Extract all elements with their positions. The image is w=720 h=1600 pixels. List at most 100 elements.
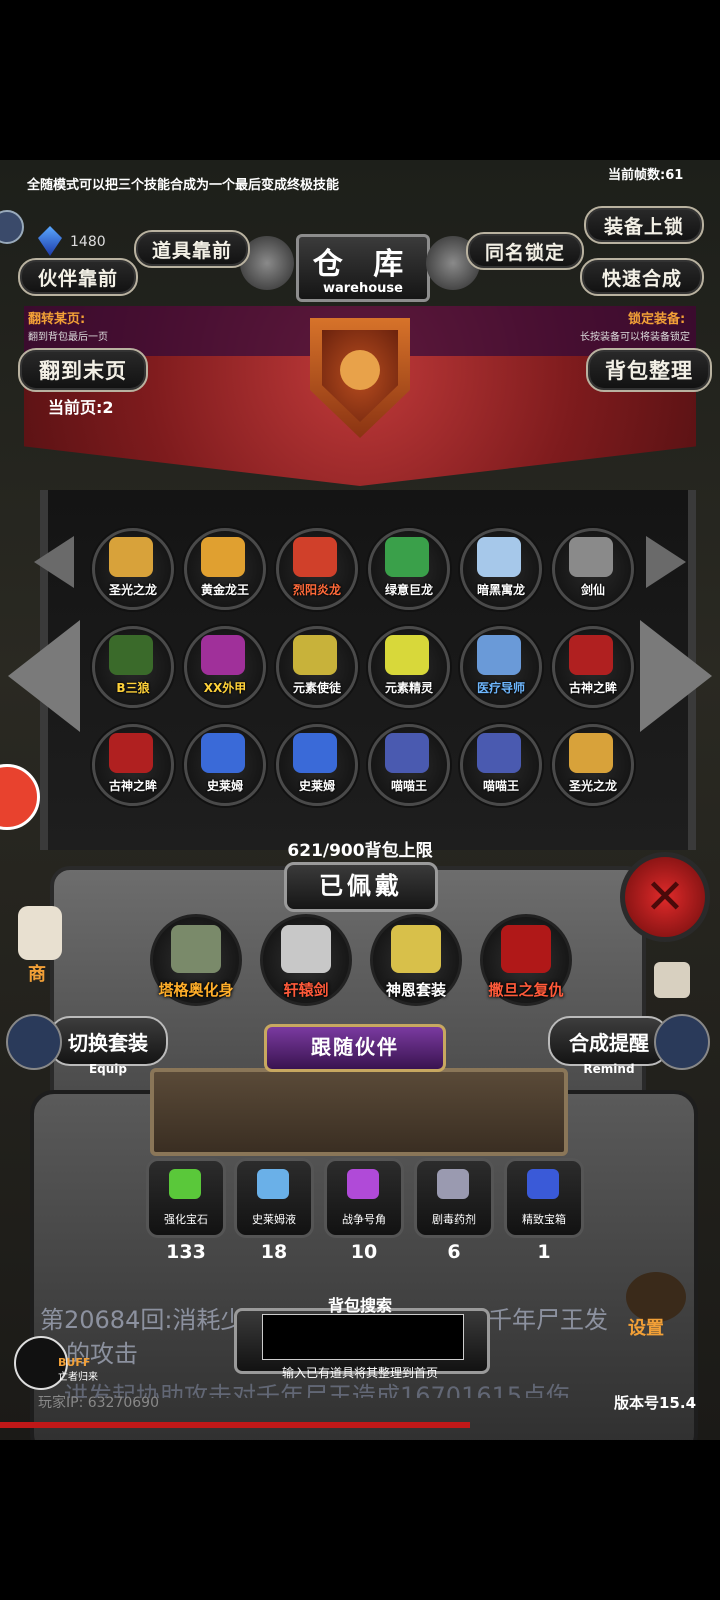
shop-icon[interactable] <box>18 906 62 960</box>
unit-icon <box>293 537 337 577</box>
inventory-item[interactable]: 强化宝石 133 <box>146 1158 226 1263</box>
version: 版本号15.4 <box>614 1394 697 1412</box>
equip-lock-button[interactable]: 装备上锁 <box>584 206 704 244</box>
player-ip: 玩家IP: 63270690 <box>38 1395 159 1411</box>
unit-icon <box>477 635 521 675</box>
flip-page-desc: 翻到背包最后一页 <box>28 332 108 343</box>
bag-slot[interactable]: 绿意巨龙 <box>368 528 450 610</box>
sort-bag-button[interactable]: 背包整理 <box>586 348 712 392</box>
next-page-arrow-icon[interactable] <box>640 620 712 732</box>
inventory-item[interactable]: 史莱姆液 18 <box>234 1158 314 1263</box>
unit-icon <box>109 733 153 773</box>
bag-slot-label: 史莱姆 <box>206 779 243 793</box>
lion-icon <box>340 350 380 390</box>
inventory-item[interactable]: 战争号角 10 <box>324 1158 404 1263</box>
equipment-icon <box>171 925 221 973</box>
bag-slot[interactable]: B三狼 <box>92 626 174 708</box>
close-icon[interactable]: ✕ <box>620 852 710 942</box>
bag-slot[interactable]: 暗黑寓龙 <box>460 528 542 610</box>
bag-slot-label: 医疗导师 <box>476 681 525 695</box>
go-last-page-button[interactable]: 翻到末页 <box>18 348 148 392</box>
inventory-item[interactable]: 精致宝箱 1 <box>504 1158 584 1263</box>
item-front-button[interactable]: 道具靠前 <box>134 230 250 268</box>
bag-slot-label: 圣光之龙 <box>108 583 157 597</box>
helmet-right-icon <box>654 1014 710 1070</box>
bag-slot-label: 绿意巨龙 <box>384 583 433 597</box>
item-count: 6 <box>447 1241 461 1263</box>
equipped-slot-label: 神恩套装 <box>385 981 446 999</box>
settings-label[interactable]: 设置 <box>628 1314 664 1340</box>
unit-icon <box>201 537 245 577</box>
merge-remind-button[interactable]: 合成提醒 Remind <box>548 1016 670 1076</box>
bag-slot[interactable]: 黄金龙王 <box>184 528 266 610</box>
bag-search-input[interactable] <box>262 1314 464 1360</box>
equipped-slot-label: 撒旦之复仇 <box>488 981 564 999</box>
bag-slot[interactable]: 古神之眸 <box>552 626 634 708</box>
quick-merge-button[interactable]: 快速合成 <box>580 258 704 296</box>
equipped-slot[interactable]: 轩辕剑 <box>260 914 352 1006</box>
bag-slot[interactable]: 史莱姆 <box>276 724 358 806</box>
inventory-item[interactable]: 剧毒药剂 6 <box>414 1158 494 1263</box>
unit-icon <box>569 537 613 577</box>
switch-set-button[interactable]: 切换套装 Equip <box>48 1016 168 1076</box>
lock-equip-title: 锁定装备: <box>628 312 686 327</box>
item-count: 10 <box>350 1241 378 1263</box>
bag-slot[interactable]: 史莱姆 <box>184 724 266 806</box>
bag-slot[interactable]: 元素使徒 <box>276 626 358 708</box>
prev-page-arrow-icon[interactable] <box>8 620 80 732</box>
merge-remind-sub: Remind <box>583 1062 635 1076</box>
unit-icon <box>477 537 521 577</box>
unit-icon <box>477 733 521 773</box>
same-name-lock-button[interactable]: 同名锁定 <box>466 232 584 270</box>
bag-slot-label: 剑仙 <box>580 583 605 597</box>
fps-readout: 当前帧数:61 <box>608 168 684 183</box>
bag-slot[interactable]: 圣光之龙 <box>552 724 634 806</box>
bag-slot-label: 古神之眸 <box>108 779 157 793</box>
item-count: 1 <box>537 1241 551 1263</box>
bag-slot[interactable]: 剑仙 <box>552 528 634 610</box>
avatar[interactable] <box>0 210 24 244</box>
partner-front-button[interactable]: 伙伴靠前 <box>18 258 138 296</box>
equipped-slot[interactable]: 塔格奥化身 <box>150 914 242 1006</box>
title-cn: 仓 库 <box>312 247 414 282</box>
bag-search-label: 背包搜索 <box>327 1296 392 1315</box>
merge-remind-label: 合成提醒 <box>569 1030 649 1055</box>
bag-slot[interactable]: 喵喵王 <box>368 724 450 806</box>
dice-icon[interactable] <box>654 962 690 998</box>
item-icon <box>437 1169 469 1199</box>
unit-icon <box>293 733 337 773</box>
bag-slot[interactable]: 圣光之龙 <box>92 528 174 610</box>
equipped-slot-label: 轩辕剑 <box>283 981 329 999</box>
flip-page-title: 翻转某页: <box>28 312 86 327</box>
next-small-arrow-icon[interactable] <box>646 536 686 588</box>
bag-slot[interactable]: 医疗导师 <box>460 626 542 708</box>
item-label: 战争号角 <box>342 1213 386 1226</box>
profile-icon[interactable] <box>0 764 40 830</box>
item-label: 精致宝箱 <box>522 1213 566 1226</box>
item-icon <box>257 1169 289 1199</box>
item-icon <box>169 1169 201 1199</box>
unit-icon <box>385 733 429 773</box>
bag-slot-label: 圣光之龙 <box>568 779 617 793</box>
bag-slot[interactable]: 元素精灵 <box>368 626 450 708</box>
bag-slot[interactable]: 古神之眸 <box>92 724 174 806</box>
bag-slot-label: 元素精灵 <box>384 681 433 695</box>
equipped-slot[interactable]: 撒旦之复仇 <box>480 914 572 1006</box>
item-count: 133 <box>166 1241 206 1263</box>
item-count: 18 <box>260 1241 288 1263</box>
bag-slot-label: 烈阳炎龙 <box>292 583 341 597</box>
unit-icon <box>109 537 153 577</box>
unit-icon <box>293 635 337 675</box>
bag-limit: 621/900背包上限 <box>287 841 433 861</box>
helmet-left-icon <box>6 1014 62 1070</box>
equipped-slot[interactable]: 神恩套装 <box>370 914 462 1006</box>
bag-slot[interactable]: 喵喵王 <box>460 724 542 806</box>
bag-slot[interactable]: XX外甲 <box>184 626 266 708</box>
prev-small-arrow-icon[interactable] <box>34 536 74 588</box>
unit-icon <box>385 635 429 675</box>
bag-slot-label: 喵喵王 <box>482 779 519 793</box>
bag-slot-label: 元素使徒 <box>292 681 341 695</box>
follow-partner-button[interactable]: 跟随伙伴 <box>264 1024 446 1072</box>
bag-slot[interactable]: 烈阳炎龙 <box>276 528 358 610</box>
partner-slot[interactable] <box>150 1068 568 1156</box>
